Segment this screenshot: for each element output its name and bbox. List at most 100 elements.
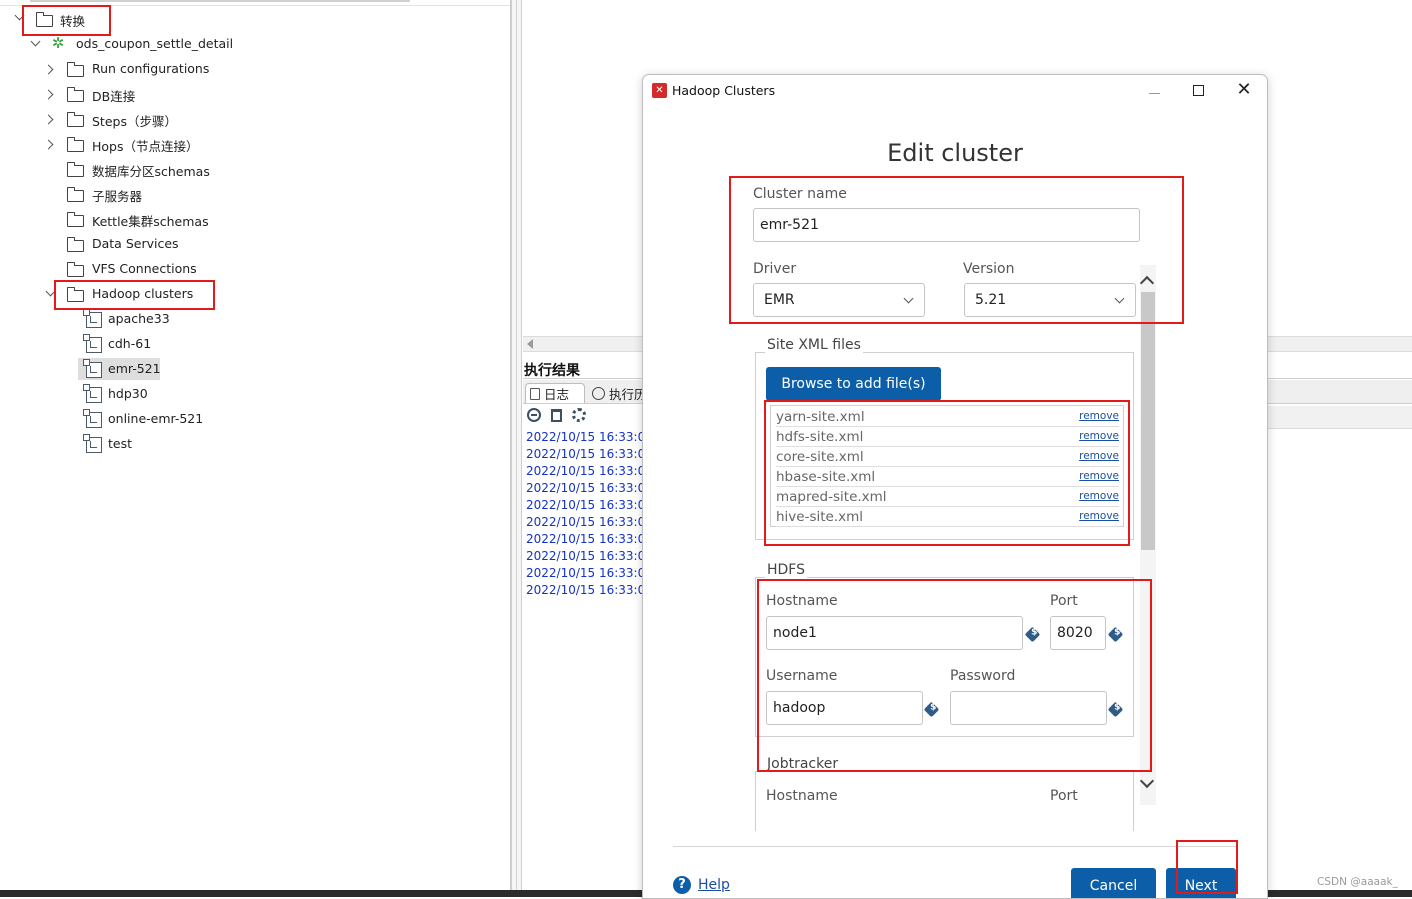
dialog-window-title: Hadoop Clusters (672, 83, 776, 98)
browse-files-button[interactable]: Browse to add file(s) (766, 367, 941, 401)
folder-icon (66, 187, 84, 202)
chevron-down-icon (1114, 293, 1125, 304)
close-button[interactable]: ✕ (1232, 81, 1256, 99)
driver-value: EMR (764, 292, 795, 308)
tree-item-cluster[interactable]: online-emr-521 (78, 408, 218, 430)
clear-log-icon[interactable] (527, 408, 541, 422)
clock-icon (592, 386, 605, 400)
tree-item-hadoop-clusters[interactable]: Hadoop clusters (45, 283, 265, 305)
tree-item-steps[interactable]: Steps（步骤） (43, 108, 265, 130)
app-logo-icon: ✕ (652, 83, 667, 98)
dialog-scrollbar-thumb[interactable] (1141, 292, 1155, 550)
cluster-icon (83, 334, 102, 353)
site-file-row: mapred-site.xml remove (776, 487, 1119, 507)
tree-item-run-configurations[interactable]: Run configurations (43, 58, 265, 80)
transformation-label: ods_coupon_settle_detail (76, 36, 234, 51)
cluster-label: emr-521 (108, 361, 161, 376)
tree-item-label: Kettle集群schemas (92, 214, 209, 229)
tree-item-cluster-selected[interactable]: emr-521 (78, 358, 161, 380)
site-file-name: mapred-site.xml (776, 489, 887, 505)
hdfs-legend: HDFS (765, 562, 808, 578)
tree-item-cluster[interactable]: cdh-61 (78, 333, 218, 355)
trash-icon[interactable] (551, 408, 562, 422)
log-line: 2022/10/15 16:33:05 (526, 583, 644, 597)
jobtracker-legend: Jobtracker (765, 756, 841, 772)
site-file-name: hdfs-site.xml (776, 429, 864, 445)
transformation-icon: ✲ (51, 34, 65, 52)
version-value: 5.21 (975, 292, 1007, 308)
hdfs-username-label: Username (766, 668, 838, 684)
tree-root-transformations[interactable]: 转换 (10, 8, 210, 30)
tree-item-cluster[interactable]: test (78, 433, 218, 455)
chevron-right-icon[interactable] (43, 89, 54, 100)
help-icon[interactable]: ? (673, 876, 691, 894)
folder-icon (66, 112, 84, 127)
remove-file-link[interactable]: remove (1079, 490, 1119, 502)
watermark: CSDN @aaaak_ (1317, 876, 1398, 888)
log-line: 2022/10/15 16:33:05 (526, 430, 644, 444)
driver-select[interactable]: EMR (753, 283, 925, 317)
log-line: 2022/10/15 16:33:05 (526, 464, 644, 478)
minimize-icon (1148, 92, 1160, 94)
chevron-right-icon[interactable] (43, 114, 54, 125)
tree-item-hops[interactable]: Hops（节点连接） (43, 133, 265, 155)
tree-item-cluster[interactable]: hdp30 (78, 383, 218, 405)
hdfs-password-label: Password (950, 668, 1016, 684)
tree-item-label: 子服务器 (92, 189, 143, 204)
remove-file-link[interactable]: remove (1079, 510, 1119, 522)
tree-scrollbar[interactable] (30, 0, 410, 2)
cluster-label: online-emr-521 (108, 411, 204, 426)
folder-icon (66, 162, 84, 177)
help-link[interactable]: Help (698, 877, 730, 893)
cancel-button[interactable]: Cancel (1071, 868, 1156, 898)
tree-item-vfs-connections[interactable]: VFS Connections (45, 258, 265, 280)
jobtracker-port-label: Port (1050, 788, 1078, 804)
cluster-icon (83, 434, 102, 453)
tree-item-label: VFS Connections (92, 261, 197, 276)
tree-item-slave-servers[interactable]: 子服务器 (45, 183, 265, 205)
site-file-name: yarn-site.xml (776, 409, 865, 425)
chevron-right-icon[interactable] (43, 64, 54, 75)
jobtracker-hostname-label: Hostname (766, 788, 838, 804)
site-file-row: hive-site.xml remove (776, 507, 1119, 527)
hdfs-password-input[interactable] (950, 691, 1107, 725)
cluster-name-input[interactable]: emr-521 (753, 208, 1140, 242)
chevron-down-icon[interactable] (30, 36, 41, 47)
scroll-left-arrow-icon[interactable] (527, 339, 533, 349)
tree-item-label: Run configurations (92, 61, 210, 76)
log-toolbar (527, 408, 586, 422)
hdfs-hostname-label: Hostname (766, 593, 838, 609)
log-icon (530, 387, 540, 400)
tree-item-data-services[interactable]: Data Services (45, 233, 265, 255)
footer-divider (673, 846, 1237, 847)
tree-item-db-connections[interactable]: DB连接 (43, 83, 265, 105)
chevron-down-icon[interactable] (14, 10, 25, 21)
tree-item-cluster[interactable]: apache33 (78, 308, 218, 330)
close-icon: ✕ (1236, 79, 1252, 100)
chevron-right-icon[interactable] (43, 139, 54, 150)
hdfs-port-label: Port (1050, 593, 1078, 609)
hdfs-hostname-input[interactable]: node1 (766, 616, 1023, 650)
cluster-label: cdh-61 (108, 336, 152, 351)
gear-icon[interactable] (572, 408, 586, 422)
hdfs-port-input[interactable]: 8020 (1050, 616, 1106, 650)
minimize-button[interactable] (1142, 81, 1166, 99)
remove-file-link[interactable]: remove (1079, 410, 1119, 422)
log-line: 2022/10/15 16:33:05 (526, 549, 644, 563)
remove-file-link[interactable]: remove (1079, 450, 1119, 462)
cluster-label: hdp30 (108, 386, 148, 401)
results-title: 执行结果 (524, 363, 580, 379)
tree-item-label: Hops（节点连接） (92, 139, 199, 154)
next-button[interactable]: Next (1166, 868, 1236, 898)
tree-item-partition-schemas[interactable]: 数据库分区schemas (45, 158, 265, 180)
tree-item-cluster-schemas[interactable]: Kettle集群schemas (45, 208, 265, 230)
version-select[interactable]: 5.21 (964, 283, 1136, 317)
remove-file-link[interactable]: remove (1079, 430, 1119, 442)
maximize-button[interactable] (1186, 81, 1210, 99)
tab-log[interactable]: 日志 (525, 383, 585, 403)
chevron-down-icon[interactable] (45, 286, 56, 297)
log-line: 2022/10/15 16:33:05 (526, 515, 644, 529)
tree-item-transformation[interactable]: ✲ ods_coupon_settle_detail (28, 33, 268, 55)
remove-file-link[interactable]: remove (1079, 470, 1119, 482)
hdfs-username-input[interactable]: hadoop (766, 691, 923, 725)
